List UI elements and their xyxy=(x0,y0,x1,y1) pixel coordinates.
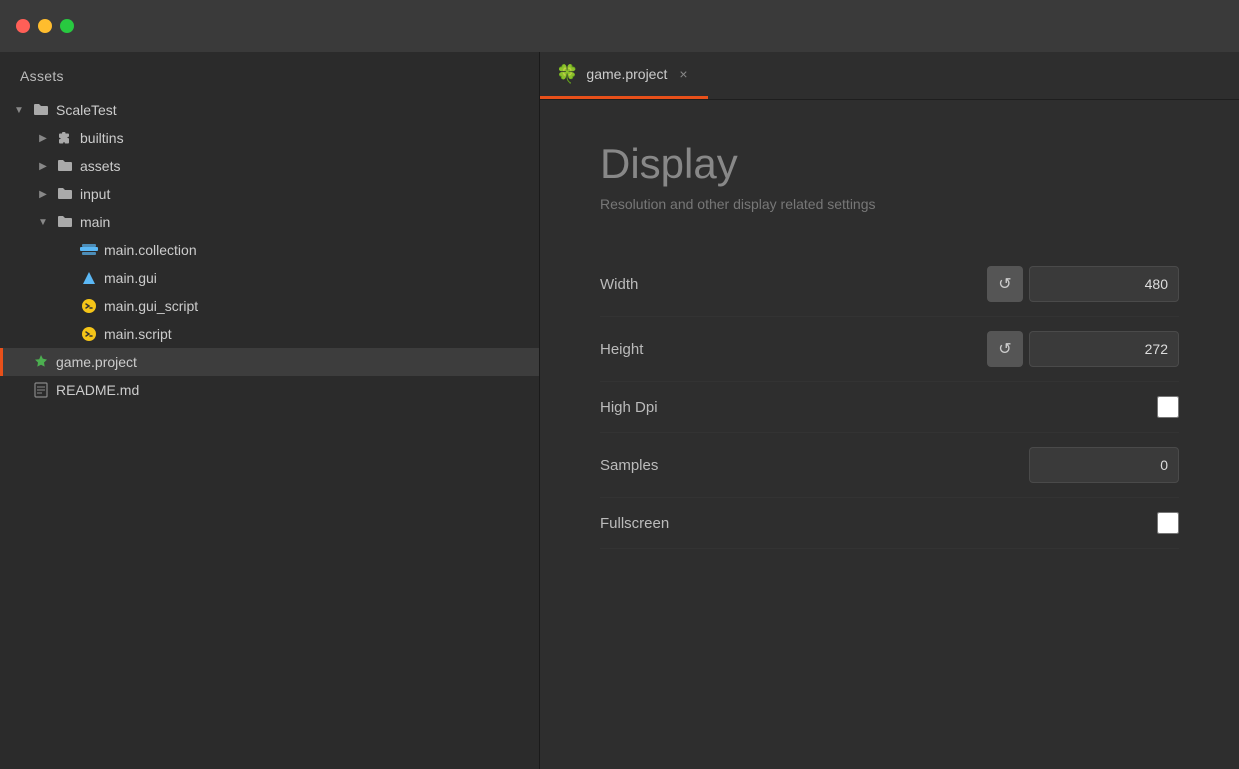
sidebar-item-scaletest[interactable]: ScaleTest xyxy=(0,96,539,124)
tree-arrow-builtins[interactable] xyxy=(36,131,50,145)
fullscreen-checkbox[interactable] xyxy=(1157,512,1179,534)
setting-row-high-dpi: High Dpi xyxy=(600,382,1179,433)
tree-label-builtins: builtins xyxy=(80,130,124,146)
section-title: Display xyxy=(600,140,1179,188)
collection-icon xyxy=(80,241,98,259)
tab-close-button[interactable]: × xyxy=(675,64,691,84)
setting-label-high-dpi: High Dpi xyxy=(600,399,1157,416)
sidebar-item-readme[interactable]: README.md xyxy=(0,376,539,404)
reset-button-height[interactable]: ↺ xyxy=(987,331,1023,367)
setting-controls-samples xyxy=(1029,447,1179,483)
script-yellow-icon xyxy=(80,297,98,315)
tree-label-main-gui-script: main.gui_script xyxy=(104,298,198,314)
minimize-button[interactable] xyxy=(38,19,52,33)
main-layout: Assets ScaleTest builtins assets input main m… xyxy=(0,52,1239,769)
sidebar-item-assets[interactable]: assets xyxy=(0,152,539,180)
tree-label-main: main xyxy=(80,214,110,230)
tree-label-main-collection: main.collection xyxy=(104,242,197,258)
sidebar-item-main-script[interactable]: main.script xyxy=(0,320,539,348)
setting-row-samples: Samples xyxy=(600,433,1179,498)
setting-controls-high-dpi xyxy=(1157,396,1179,418)
sidebar: Assets ScaleTest builtins assets input main m… xyxy=(0,52,540,769)
puzzle-icon xyxy=(56,129,74,147)
content-panel: Display Resolution and other display rel… xyxy=(540,100,1239,769)
setting-label-width: Width xyxy=(600,276,987,293)
width-input[interactable] xyxy=(1029,266,1179,302)
samples-input[interactable] xyxy=(1029,447,1179,483)
reset-button-width[interactable]: ↺ xyxy=(987,266,1023,302)
sidebar-item-input[interactable]: input xyxy=(0,180,539,208)
tree-label-game-project: game.project xyxy=(56,354,137,370)
setting-label-height: Height xyxy=(600,341,987,358)
tree-arrow-assets[interactable] xyxy=(36,159,50,173)
setting-controls-width: ↺ xyxy=(987,266,1179,302)
gui-icon xyxy=(80,269,98,287)
readme-icon xyxy=(32,381,50,399)
tree-label-main-gui: main.gui xyxy=(104,270,157,286)
tree-label-readme: README.md xyxy=(56,382,139,398)
tree-label-main-script: main.script xyxy=(104,326,172,342)
folder-icon xyxy=(56,185,74,203)
sidebar-item-main-gui-script[interactable]: main.gui_script xyxy=(0,292,539,320)
tab-label: game.project xyxy=(586,66,667,82)
high-dpi-checkbox[interactable] xyxy=(1157,396,1179,418)
folder-icon xyxy=(56,213,74,231)
titlebar xyxy=(0,0,1239,52)
sidebar-item-main-gui[interactable]: main.gui xyxy=(0,264,539,292)
content-area: 🍀 game.project × Display Resolution and … xyxy=(540,52,1239,769)
section-subtitle: Resolution and other display related set… xyxy=(600,196,1179,212)
tab-game-project[interactable]: 🍀 game.project × xyxy=(540,52,708,99)
settings-table: Width↺Height↺High DpiSamplesFullscreen xyxy=(600,252,1179,549)
script-yellow-icon xyxy=(80,325,98,343)
tree-arrow-input[interactable] xyxy=(36,187,50,201)
sidebar-item-game-project[interactable]: game.project xyxy=(0,348,539,376)
setting-controls-height: ↺ xyxy=(987,331,1179,367)
tab-icon: 🍀 xyxy=(556,64,578,85)
sidebar-item-main-collection[interactable]: main.collection xyxy=(0,236,539,264)
tree-arrow-main[interactable] xyxy=(36,215,50,229)
setting-label-fullscreen: Fullscreen xyxy=(600,515,1157,532)
sidebar-item-main[interactable]: main xyxy=(0,208,539,236)
sidebar-tree: ScaleTest builtins assets input main main.col… xyxy=(0,92,539,769)
setting-row-width: Width↺ xyxy=(600,252,1179,317)
sidebar-header: Assets xyxy=(0,52,539,92)
folder-icon xyxy=(32,101,50,119)
tab-bar: 🍀 game.project × xyxy=(540,52,1239,100)
sidebar-item-builtins[interactable]: builtins xyxy=(0,124,539,152)
setting-label-samples: Samples xyxy=(600,457,1029,474)
tree-label-input: input xyxy=(80,186,110,202)
project-icon xyxy=(32,353,50,371)
maximize-button[interactable] xyxy=(60,19,74,33)
close-button[interactable] xyxy=(16,19,30,33)
height-input[interactable] xyxy=(1029,331,1179,367)
tree-label-scaletest: ScaleTest xyxy=(56,102,117,118)
tree-label-assets: assets xyxy=(80,158,120,174)
folder-icon xyxy=(56,157,74,175)
setting-row-fullscreen: Fullscreen xyxy=(600,498,1179,549)
setting-row-height: Height↺ xyxy=(600,317,1179,382)
tree-arrow-scaletest[interactable] xyxy=(12,103,26,117)
setting-controls-fullscreen xyxy=(1157,512,1179,534)
